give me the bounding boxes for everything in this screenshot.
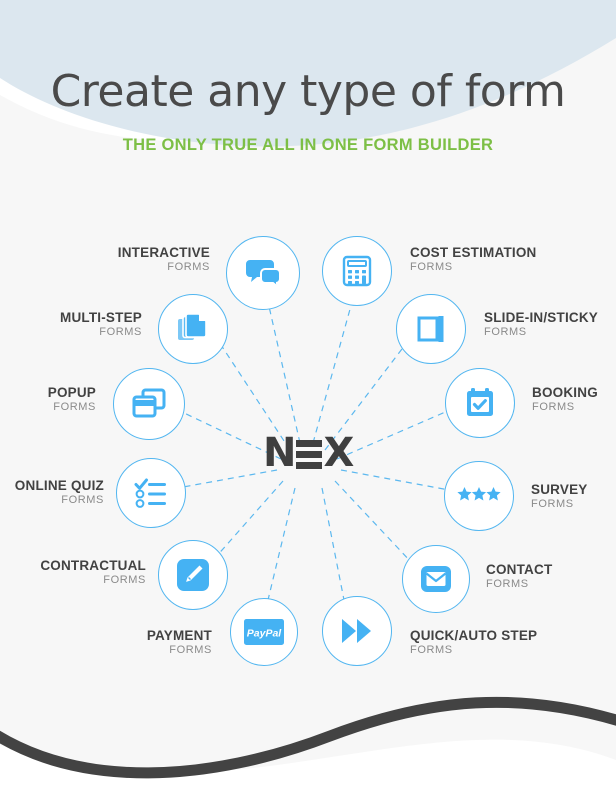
label-contact-sub: FORMS [486,578,529,591]
label-quick-auto-step-sub: FORMS [410,644,453,657]
logo-letter-x: X [323,430,354,476]
infographic-canvas: Create any type of form THE ONLY TRUE AL… [0,0,616,803]
node-cost-estimation[interactable] [322,236,392,306]
label-survey: SURVEY FORMS [531,482,616,510]
label-slide-in-sticky: SLIDE-IN/STICKY FORMS [484,310,616,338]
node-quick-auto-step[interactable] [322,596,392,666]
node-popup[interactable] [113,368,185,440]
label-booking-sub: FORMS [532,401,575,414]
label-contact-title: CONTACT [486,562,553,577]
logo-letter-e-bars [296,439,323,469]
label-payment: PAYMENT FORMS [0,628,212,656]
label-popup: POPUP FORMS [0,385,96,413]
label-interactive-title: INTERACTIVE [117,245,210,260]
label-payment-sub: FORMS [169,644,212,657]
node-online-quiz[interactable] [116,458,186,528]
node-contractual[interactable] [158,540,228,610]
label-survey-sub: FORMS [531,498,574,511]
label-payment-title: PAYMENT [146,628,212,643]
label-cost-estimation: COST ESTIMATION FORMS [410,245,616,273]
calculator-icon [342,255,372,287]
label-online-quiz-sub: FORMS [61,494,104,507]
label-quick-auto-step-title: QUICK/AUTO STEP [410,628,538,643]
label-booking-title: BOOKING [532,385,598,400]
pencil-icon [177,559,209,591]
chat-bubbles-icon [246,260,281,290]
label-contractual-title: CONTRACTUAL [40,558,146,573]
node-survey[interactable] [444,461,514,531]
label-online-quiz: ONLINE QUIZ FORMS [0,478,104,506]
label-interactive-sub: FORMS [167,261,210,274]
node-payment[interactable]: PayPal [230,598,298,666]
node-contact[interactable] [402,545,470,613]
paypal-icon: PayPal [244,619,284,645]
page-title: Create any type of form [50,66,566,117]
checklist-icon [134,478,166,508]
label-cost-estimation-sub: FORMS [410,261,453,274]
label-booking: BOOKING FORMS [532,385,616,413]
header: Create any type of form THE ONLY TRUE AL… [0,0,616,155]
label-multi-step-title: MULTI-STEP [60,310,142,325]
page-subtitle: THE ONLY TRUE ALL IN ONE FORM BUILDER [122,136,494,154]
label-cost-estimation-title: COST ESTIMATION [410,245,537,260]
label-contact: CONTACT FORMS [486,562,616,590]
label-multi-step-sub: FORMS [99,326,142,339]
slide-panel-icon [417,316,444,342]
node-interactive[interactable] [226,236,300,310]
label-online-quiz-title: ONLINE QUIZ [14,478,104,493]
label-popup-sub: FORMS [53,401,96,414]
three-stars-icon [457,487,501,501]
center-logo: N X [263,430,354,476]
envelope-icon [421,566,451,592]
node-slide-in-sticky[interactable] [396,294,466,364]
label-contractual: CONTRACTUAL FORMS [0,558,146,586]
document-stack-icon [178,313,207,340]
label-quick-auto-step: QUICK/AUTO STEP FORMS [410,628,616,656]
label-popup-title: POPUP [47,385,96,400]
paypal-wordmark: PayPal [247,628,283,640]
node-multi-step[interactable] [158,294,228,364]
label-multi-step: MULTI-STEP FORMS [0,310,142,338]
label-interactive: INTERACTIVE FORMS [0,245,210,273]
label-survey-title: SURVEY [531,482,588,497]
label-slide-in-sticky-title: SLIDE-IN/STICKY [484,310,599,325]
fast-forward-icon [342,619,371,643]
label-contractual-sub: FORMS [103,574,146,587]
windows-icon [132,388,166,418]
logo-letter-n: N [263,430,296,476]
label-slide-in-sticky-sub: FORMS [484,326,527,339]
calendar-check-icon [467,388,493,416]
node-booking[interactable] [445,368,515,438]
